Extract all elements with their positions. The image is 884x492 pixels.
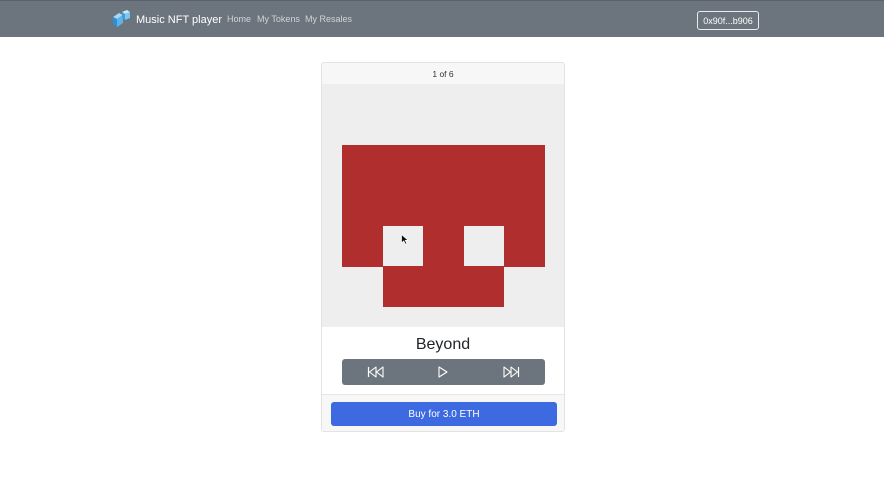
card-footer: Buy for 3.0 ETH [322, 394, 564, 431]
navbar: Music NFT player Home My Tokens My Resal… [0, 0, 884, 37]
skip-forward-icon [503, 366, 520, 378]
nav-link-my-tokens[interactable]: My Tokens [257, 14, 300, 24]
wallet-address-button[interactable]: 0x90f...b906 [697, 11, 759, 30]
skip-forward-button[interactable] [491, 361, 531, 383]
nft-artwork [322, 84, 564, 327]
play-icon [438, 366, 449, 378]
art-gap-left [342, 267, 383, 307]
buy-button[interactable]: Buy for 3.0 ETH [331, 402, 557, 426]
skip-back-button[interactable] [356, 361, 396, 383]
skip-back-icon [367, 366, 384, 378]
brand-link[interactable]: Music NFT player [110, 9, 222, 31]
mouse-cursor-icon [401, 234, 409, 245]
play-button[interactable] [423, 361, 463, 383]
brand-name: Music NFT player [136, 14, 222, 26]
art-eye-left [383, 226, 423, 266]
nav-link-my-resales[interactable]: My Resales [305, 14, 352, 24]
nav-link-home[interactable]: Home [227, 14, 251, 24]
track-title: Beyond [415, 336, 471, 353]
item-counter: 1 of 6 [432, 68, 454, 79]
card-header: 1 of 6 [322, 63, 564, 85]
player-controls [342, 359, 545, 385]
art-gap-right [504, 267, 545, 307]
artwork-image [342, 145, 545, 307]
logo-icon [113, 10, 130, 27]
nft-card: 1 of 6 Beyond Buy for 3.0 ETH [321, 62, 565, 432]
art-eye-right [464, 226, 504, 266]
